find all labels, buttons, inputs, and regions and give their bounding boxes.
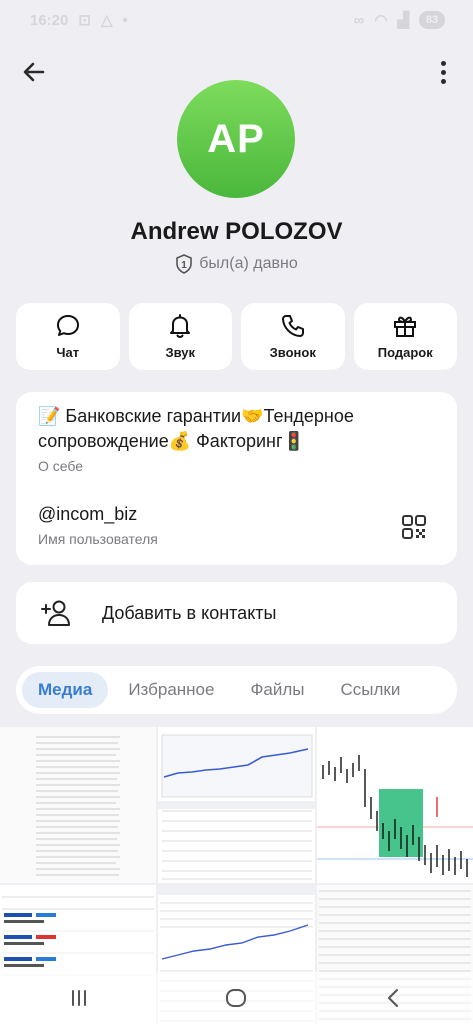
bio-label: О себе [38,458,84,474]
add-contact-button[interactable]: Добавить в контакты [16,582,457,644]
report-thumbnail-image [0,727,156,883]
more-vertical-icon [440,60,446,66]
add-user-icon [41,600,70,626]
wifi-icon: ◠ [374,12,388,29]
link-icon: ∞ [353,11,365,29]
system-nav-bar [0,972,473,1024]
screenshot-icon: ⊡ [78,12,91,29]
gift-icon [394,316,417,337]
media-tabs: Медиа Избранное Файлы Ссылки [16,666,457,714]
svg-text:1: 1 [181,260,187,271]
more-options-button[interactable] [433,58,453,86]
tab-media[interactable]: Медиа [22,672,109,708]
equity-chart-thumbnail-image [158,727,315,883]
last-seen-text: был(а) давно [199,255,298,272]
username-text[interactable]: @incom_biz [38,504,435,525]
profile-name: Andrew POLOZOV [130,218,343,245]
gift-label: Подарок [377,345,433,360]
status-bar: 16:20 ⊡ △ • ∞ ◠ ▟ 83 [0,0,473,40]
alert-icon: △ [100,12,113,29]
action-buttons: Чат Звук Звонок Подарок [16,303,457,370]
clock: 16:20 [30,11,69,29]
avatar[interactable]: AP [177,80,295,198]
profile-info-card: 📝 Банковские гарантии🤝Тендерное сопровож… [16,392,457,565]
chat-label: Чат [56,345,80,360]
candlestick-thumbnail-image [317,727,473,883]
bell-icon [170,314,191,339]
sound-label: Звук [165,345,196,360]
dot-icon: • [122,11,128,29]
username-label: Имя пользователя [38,531,158,547]
chat-button[interactable]: Чат [16,303,120,370]
chat-bubble-icon [56,315,79,336]
last-seen-status: 1 был(а) давно [0,254,473,274]
battery-indicator: 83 [419,11,445,29]
bio-text[interactable]: 📝 Банковские гарантии🤝Тендерное сопровож… [38,404,435,454]
phone-icon [281,315,304,337]
call-button[interactable]: Звонок [241,303,345,370]
shield-icon: 1 [176,254,193,274]
sound-button[interactable]: Звук [128,303,232,370]
back-button[interactable] [20,58,48,86]
gift-button[interactable]: Подарок [353,303,457,370]
media-thumbnail[interactable] [0,727,156,883]
recent-apps-icon[interactable] [67,986,91,1010]
home-icon[interactable] [224,986,248,1010]
media-thumbnail[interactable] [317,727,473,883]
arrow-left-icon [23,62,45,82]
qr-code-icon[interactable] [401,514,427,540]
tab-favorites[interactable]: Избранное [112,672,230,708]
back-nav-icon[interactable] [382,986,406,1010]
media-thumbnail[interactable] [158,727,315,883]
tab-links[interactable]: Ссылки [324,672,416,708]
add-contact-label: Добавить в контакты [102,602,277,623]
tab-files[interactable]: Файлы [234,672,320,708]
signal-icon: ▟ [397,12,409,29]
call-label: Звонок [269,345,316,360]
